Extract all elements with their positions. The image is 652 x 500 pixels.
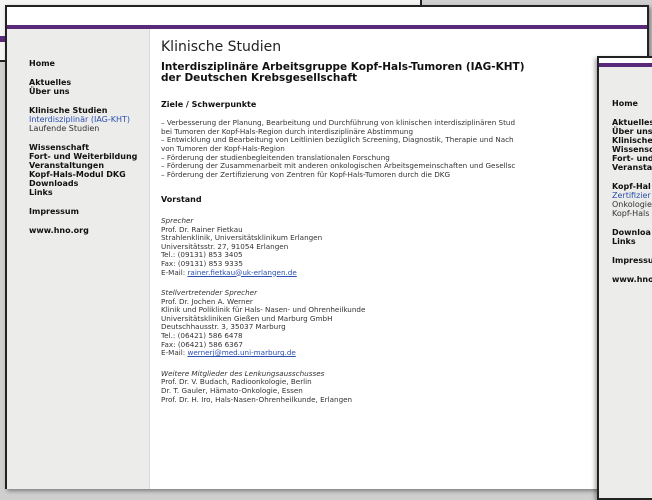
right-overlapping-window: Home Aktuelles Über uns Klinische Wissen… — [597, 56, 652, 500]
nav-onkologie[interactable]: Onkologie — [599, 200, 652, 209]
nav-kopf-hals[interactable]: Kopf-Hal — [599, 182, 652, 191]
headline-line-1: Interdisziplinäre Arbeitsgruppe Kopf-Hal… — [161, 60, 525, 73]
nav-zertifizierung[interactable]: Zertifizier — [599, 191, 652, 200]
nav-veranstaltungen[interactable]: Veransta — [599, 163, 652, 172]
nav-interdisziplinaer[interactable]: Interdisziplinär (IAG-KHT) — [7, 115, 149, 124]
nav-wissenschaft[interactable]: Wissenschaft — [7, 143, 149, 152]
nav-fort-und[interactable]: Fort- und — [599, 154, 652, 163]
nav-links[interactable]: Links — [7, 188, 149, 197]
nav-aktuelles[interactable]: Aktuelles — [7, 78, 149, 87]
nav-links[interactable]: Links — [599, 237, 652, 246]
list-item: – Förderung der Zertifizierung von Zentr… — [161, 169, 451, 179]
window-top-band — [7, 7, 647, 25]
nav-home[interactable]: Home — [7, 59, 149, 68]
main-content: Klinische Studien Interdisziplinäre Arbe… — [161, 29, 647, 489]
nav-downloads[interactable]: Downloa — [599, 228, 652, 237]
speaker-contact: Prof. Dr. Rainer Fietkau Strahlenklinik,… — [161, 225, 647, 278]
main-browser-window: Home Aktuelles Über uns Klinische Studie… — [5, 5, 649, 489]
board-heading: Vorstand — [161, 195, 202, 205]
nav-impressum[interactable]: Impressu — [599, 256, 652, 265]
email-line: E-Mail: rainer.fietkau@uk-erlangen.de — [161, 267, 647, 278]
nav-wissenschaft[interactable]: Wissensc — [599, 145, 652, 154]
email-label: E-Mail: — [161, 267, 188, 277]
nav-ueber-uns[interactable]: Über uns — [599, 127, 652, 136]
nav-kopf-hals-sub[interactable]: Kopf-Hals — [599, 209, 652, 218]
email-line: E-Mail: wernerj@med.uni-marburg.de — [161, 348, 647, 358]
right-sidebar-nav: Home Aktuelles Über uns Klinische Wissen… — [599, 67, 652, 498]
deputy-contact: Prof. Dr. Jochen A. Werner Klinik und Po… — [161, 297, 647, 358]
speaker-email-link[interactable]: rainer.fietkau@uk-erlangen.de — [187, 268, 296, 277]
goals-list: – Verbesserung der Planung, Bearbeitung … — [161, 119, 647, 179]
nav-klinische[interactable]: Klinische — [599, 136, 652, 145]
headline-line-2: der Deutschen Krebsgesellschaft — [161, 71, 358, 84]
nav-ueber-uns[interactable]: Über uns — [7, 87, 149, 96]
sidebar-nav: Home Aktuelles Über uns Klinische Studie… — [7, 29, 150, 489]
nav-klinische-studien[interactable]: Klinische Studien — [7, 106, 149, 115]
page-title: Klinische Studien — [161, 39, 282, 55]
article-headline: Interdisziplinäre Arbeitsgruppe Kopf-Hal… — [161, 60, 647, 84]
email-label: E-Mail: — [161, 348, 188, 358]
nav-downloads[interactable]: Downloads — [7, 179, 149, 188]
nav-hno-org[interactable]: www.hno.org — [7, 226, 149, 235]
nav-hno-org[interactable]: www.hno — [599, 275, 652, 284]
nav-veranstaltungen[interactable]: Veranstaltungen — [7, 161, 149, 170]
contact-line: Prof. Dr. H. Iro, Hals-Nasen-Ohrenheilku… — [161, 394, 353, 404]
nav-aktuelles[interactable]: Aktuelles — [599, 118, 652, 127]
nav-laufende-studien[interactable]: Laufende Studien — [7, 124, 149, 133]
goals-heading: Ziele / Schwerpunkte — [161, 99, 257, 109]
nav-impressum[interactable]: Impressum — [7, 207, 149, 216]
deputy-email-link[interactable]: wernerj@med.uni-marburg.de — [187, 348, 295, 357]
committee-members: Prof. Dr. V. Budach, Radioonkologie, Ber… — [161, 378, 647, 404]
nav-home[interactable]: Home — [599, 99, 652, 108]
nav-kopf-hals-modul[interactable]: Kopf-Hals-Modul DKG — [7, 170, 149, 179]
nav-fort-weiterbildung[interactable]: Fort- und Weiterbildung — [7, 152, 149, 161]
